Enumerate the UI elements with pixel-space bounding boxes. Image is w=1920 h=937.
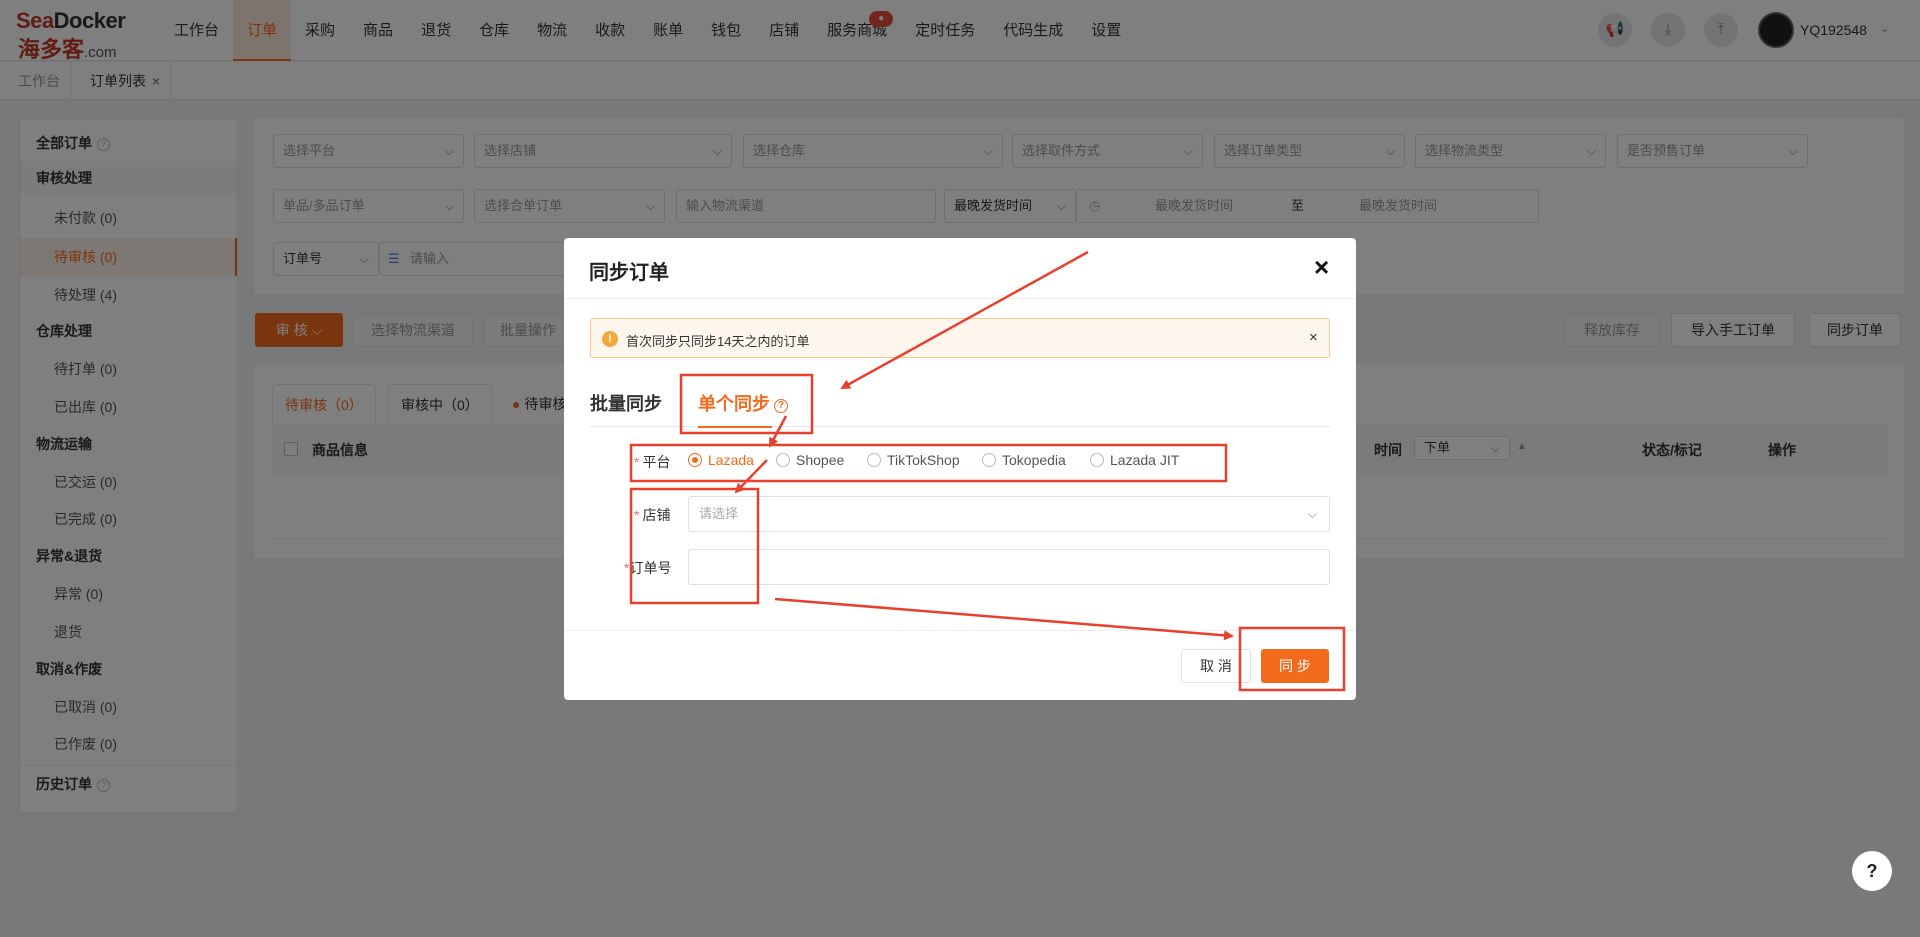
arrow-to-platform	[768, 415, 788, 448]
arrow-to-store	[734, 459, 768, 494]
annotation-layer	[629, 250, 1346, 692]
highlight-platform-row	[629, 443, 1228, 483]
arrow-to-single-sync	[840, 250, 1089, 390]
arrow-to-sync-button	[774, 597, 1234, 641]
highlight-sync-button	[1238, 626, 1346, 692]
highlight-single-sync-tab	[679, 373, 814, 435]
highlight-store-order-labels	[629, 487, 760, 605]
